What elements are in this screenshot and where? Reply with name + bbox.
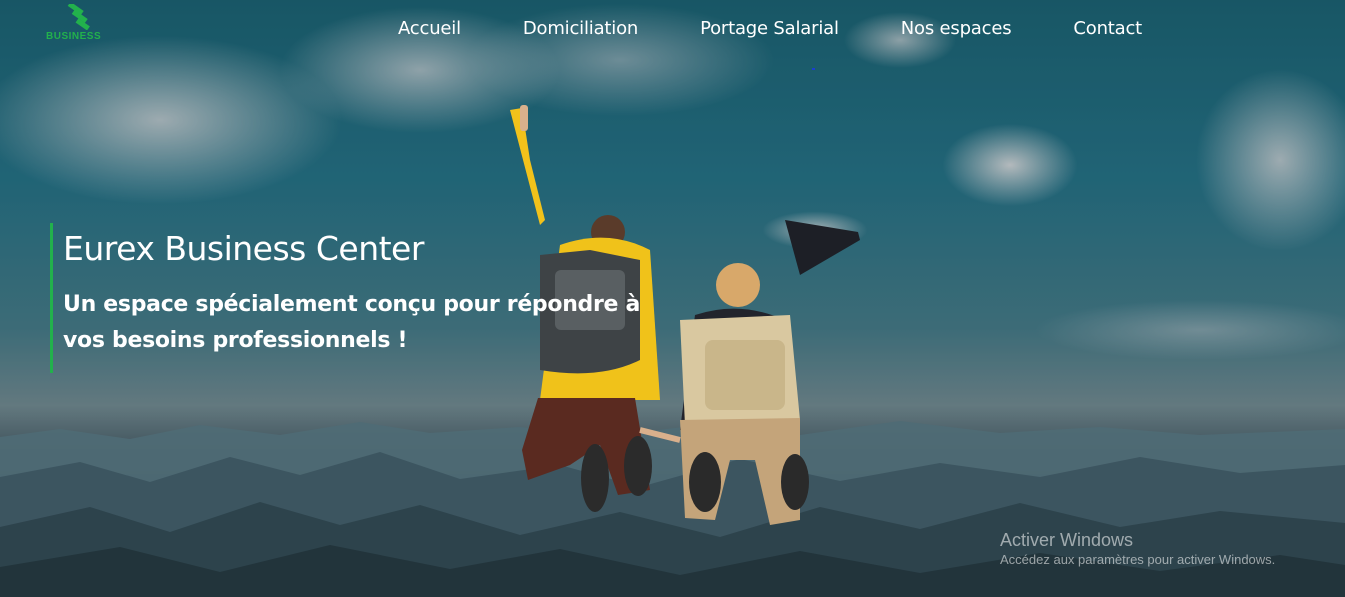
nav-link-portage-salarial[interactable]: Portage Salarial bbox=[692, 16, 847, 41]
hero-subtitle: Un espace spécialement conçu pour répond… bbox=[63, 292, 641, 353]
brand-logo[interactable]: BUSINESS bbox=[44, 4, 120, 44]
windows-activation-watermark: Activer Windows Accédez aux paramètres p… bbox=[1000, 529, 1275, 569]
nav-link-domiciliation[interactable]: Domiciliation bbox=[515, 16, 646, 41]
nav-link-accueil[interactable]: Accueil bbox=[390, 16, 469, 41]
watermark-title: Activer Windows bbox=[1000, 530, 1134, 550]
nav-link-contact[interactable]: Contact bbox=[1065, 16, 1150, 41]
logo-text: BUSINESS bbox=[46, 31, 102, 42]
nav-indicator-dot bbox=[812, 68, 815, 70]
logo-mark-icon bbox=[67, 4, 90, 30]
watermark-subtitle: Accédez aux paramètres pour activer Wind… bbox=[1000, 552, 1276, 567]
main-navigation: Accueil Domiciliation Portage Salarial N… bbox=[390, 16, 1196, 41]
nav-link-nos-espaces[interactable]: Nos espaces bbox=[893, 16, 1020, 41]
hero-tagline-block: Eurex Business Center Un espace spéciale… bbox=[50, 223, 673, 373]
hero-title: Eurex Business Center bbox=[63, 229, 424, 268]
